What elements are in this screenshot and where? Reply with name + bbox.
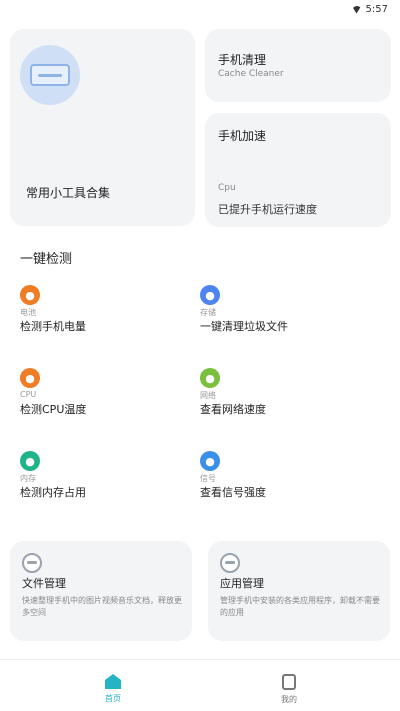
- item-label: 查看信号强度: [200, 486, 266, 499]
- boost-card-title: 手机加速: [218, 129, 267, 143]
- tools-card-title: 常用小工具合集: [26, 186, 111, 200]
- cleaner-card-title: 手机清理: [218, 53, 267, 67]
- check-item-network[interactable]: ● 网络 查看网络速度: [200, 368, 370, 418]
- boost-card-value: 已提升手机运行速度: [218, 203, 317, 216]
- wifi-icon: [351, 5, 362, 14]
- status-bar: 5:57: [0, 0, 400, 22]
- cleaner-card[interactable]: 手机清理 Cache Cleaner: [205, 29, 391, 102]
- item-tag: CPU: [20, 390, 37, 399]
- item-label: 检测内存占用: [20, 486, 86, 499]
- network-icon: ●: [200, 368, 220, 388]
- storage-icon: ●: [200, 285, 220, 305]
- nav-mine[interactable]: 我的: [259, 668, 319, 708]
- boost-card[interactable]: 手机加速 Cpu 已提升手机运行速度: [205, 113, 391, 227]
- app-manager-desc: 管理手机中安装的各类应用程序，卸载不需要的应用: [220, 596, 380, 617]
- item-tag: 网络: [200, 391, 216, 400]
- check-item-memory[interactable]: ● 内存 检测内存占用: [20, 451, 190, 501]
- file-manager-card[interactable]: 文件管理 快速整理手机中的图片视频音乐文档，释放更多空间: [10, 541, 192, 641]
- app-manager-title: 应用管理: [220, 577, 264, 590]
- file-manager-title: 文件管理: [22, 577, 66, 590]
- profile-icon: [282, 674, 296, 690]
- home-icon: [105, 674, 121, 689]
- signal-icon: ●: [200, 451, 220, 471]
- status-time: 5:57: [365, 4, 388, 15]
- check-item-battery[interactable]: ● 电池 检测手机电量: [20, 285, 190, 335]
- item-label: 查看网络速度: [200, 403, 266, 416]
- file-manager-icon: [22, 553, 42, 573]
- tools-card[interactable]: 常用小工具合集: [10, 29, 195, 226]
- item-tag: 内存: [20, 474, 36, 483]
- boost-card-subtitle: Cpu: [218, 183, 236, 193]
- item-tag: 存储: [200, 308, 216, 317]
- item-label: 一键清理垃圾文件: [200, 320, 288, 333]
- nav-home[interactable]: 首页: [83, 668, 143, 708]
- file-manager-desc: 快速整理手机中的图片视频音乐文档，释放更多空间: [22, 596, 182, 617]
- check-item-storage[interactable]: ● 存储 一键清理垃圾文件: [200, 285, 370, 335]
- bottom-nav: 首页 我的: [0, 659, 400, 711]
- cleaner-card-subtitle: Cache Cleaner: [218, 69, 284, 79]
- quick-check-section: 一键检测 ● 电池 检测手机电量 ● 存储 一键清理垃圾文件 ● CPU 检测C…: [10, 238, 391, 521]
- check-item-signal[interactable]: ● 信号 查看信号强度: [200, 451, 370, 501]
- nav-mine-label: 我的: [281, 695, 297, 704]
- item-tag: 信号: [200, 474, 216, 483]
- nav-home-label: 首页: [105, 694, 121, 703]
- status-icons: 5:57: [351, 4, 388, 15]
- app-manager-icon: [220, 553, 240, 573]
- section-title: 一键检测: [20, 252, 73, 267]
- item-label: 检测手机电量: [20, 320, 86, 333]
- item-tag: 电池: [20, 308, 36, 317]
- item-label: 检测CPU温度: [20, 403, 87, 416]
- memory-icon: ●: [20, 451, 40, 471]
- app-manager-card[interactable]: 应用管理 管理手机中安装的各类应用程序，卸载不需要的应用: [208, 541, 390, 641]
- cpu-icon: ●: [20, 368, 40, 388]
- battery-check-icon: ●: [20, 285, 40, 305]
- check-item-cpu[interactable]: ● CPU 检测CPU温度: [20, 368, 190, 418]
- device-screen-icon: [20, 45, 80, 105]
